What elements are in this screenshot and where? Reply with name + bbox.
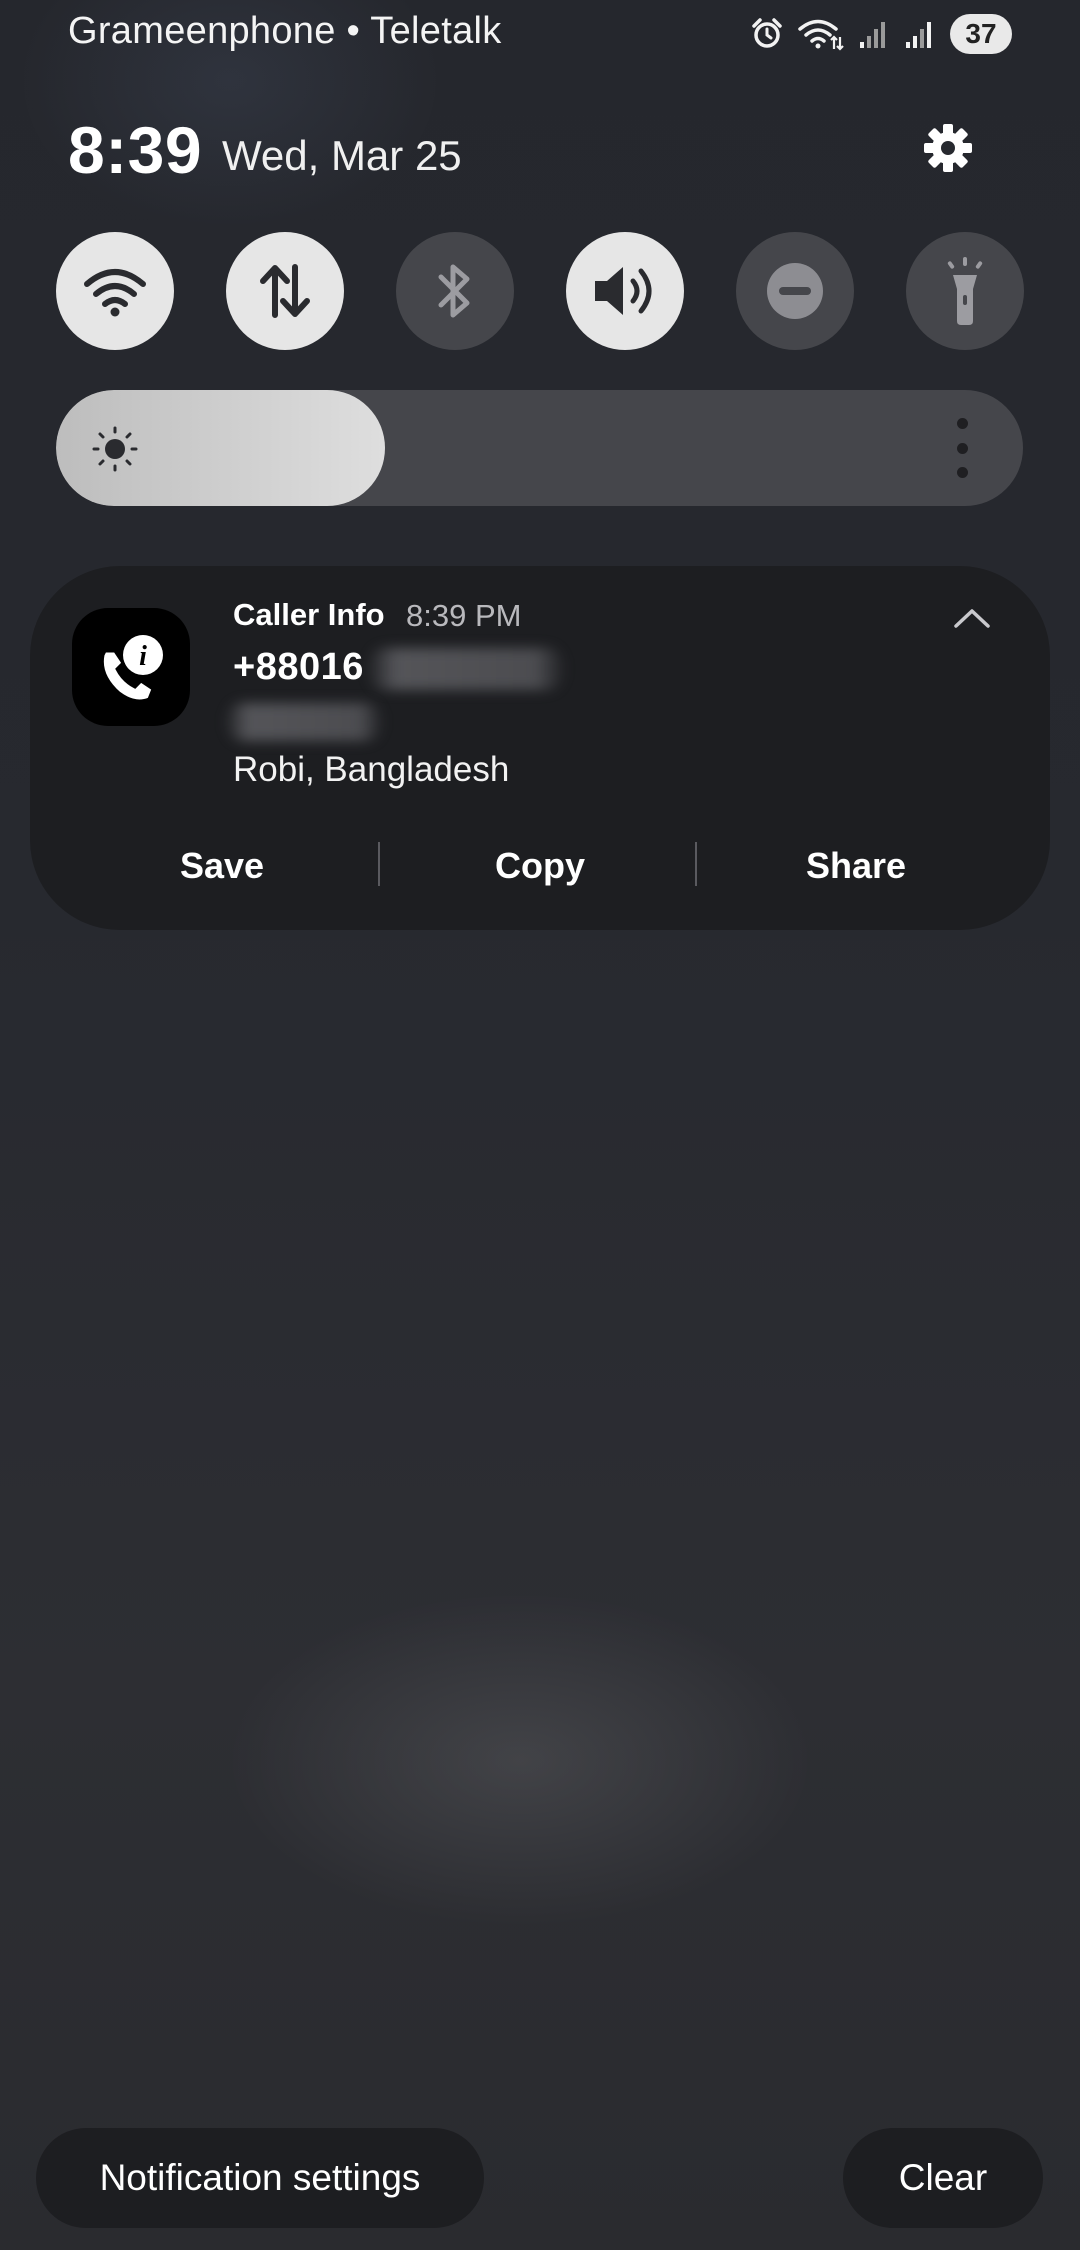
settings-button[interactable] [916, 116, 980, 180]
redacted-number [366, 648, 566, 690]
save-button[interactable]: Save [122, 838, 322, 894]
brightness-slider[interactable] [56, 390, 1023, 506]
battery-indicator: 37 [950, 14, 1012, 54]
more-vertical-icon[interactable] [950, 418, 974, 478]
date: Wed, Mar 25 [222, 132, 462, 179]
signal-sim2-icon [904, 18, 936, 50]
toggle-wifi[interactable] [56, 232, 174, 350]
svg-text:i: i [139, 641, 147, 672]
share-button[interactable]: Share [756, 838, 956, 894]
bluetooth-icon [438, 264, 470, 318]
data-arrows-icon [260, 264, 310, 318]
minus-circle-icon [767, 263, 823, 319]
toggle-mobile-data[interactable] [226, 232, 344, 350]
redacted-caller-name [224, 703, 384, 741]
signal-sim1-icon [858, 18, 890, 50]
gear-icon [924, 124, 972, 172]
clear-button[interactable]: Clear [843, 2128, 1043, 2228]
action-divider [378, 842, 380, 886]
chevron-up-icon [954, 609, 990, 628]
carrier-name: Grameenphone • Teletalk [68, 10, 502, 52]
toggle-bluetooth[interactable] [396, 232, 514, 350]
notification-time: 8:39 PM [406, 598, 522, 633]
copy-button[interactable]: Copy [440, 838, 640, 894]
alarm-icon [750, 17, 784, 51]
sun-icon [92, 426, 138, 472]
collapse-button[interactable] [950, 600, 994, 636]
status-icons: 37 [750, 12, 1012, 56]
status-bar: Grameenphone • Teletalk 37 [0, 0, 1080, 72]
caller-number: +88016 [233, 646, 364, 688]
action-divider [695, 842, 697, 886]
caller-info-icon: i [72, 608, 190, 726]
wifi-icon [84, 269, 146, 317]
toggle-flashlight[interactable] [906, 232, 1024, 350]
flashlight-icon [947, 257, 983, 325]
wifi-data-icon [798, 17, 844, 51]
toggle-sound[interactable] [566, 232, 684, 350]
caller-location: Robi, Bangladesh [233, 750, 510, 789]
notification-settings-button[interactable]: Notification settings [36, 2128, 484, 2228]
toggle-do-not-disturb[interactable] [736, 232, 854, 350]
notification-app-name: Caller Info [233, 597, 385, 632]
clock: 8:39 [68, 113, 203, 187]
speaker-icon [595, 267, 652, 315]
